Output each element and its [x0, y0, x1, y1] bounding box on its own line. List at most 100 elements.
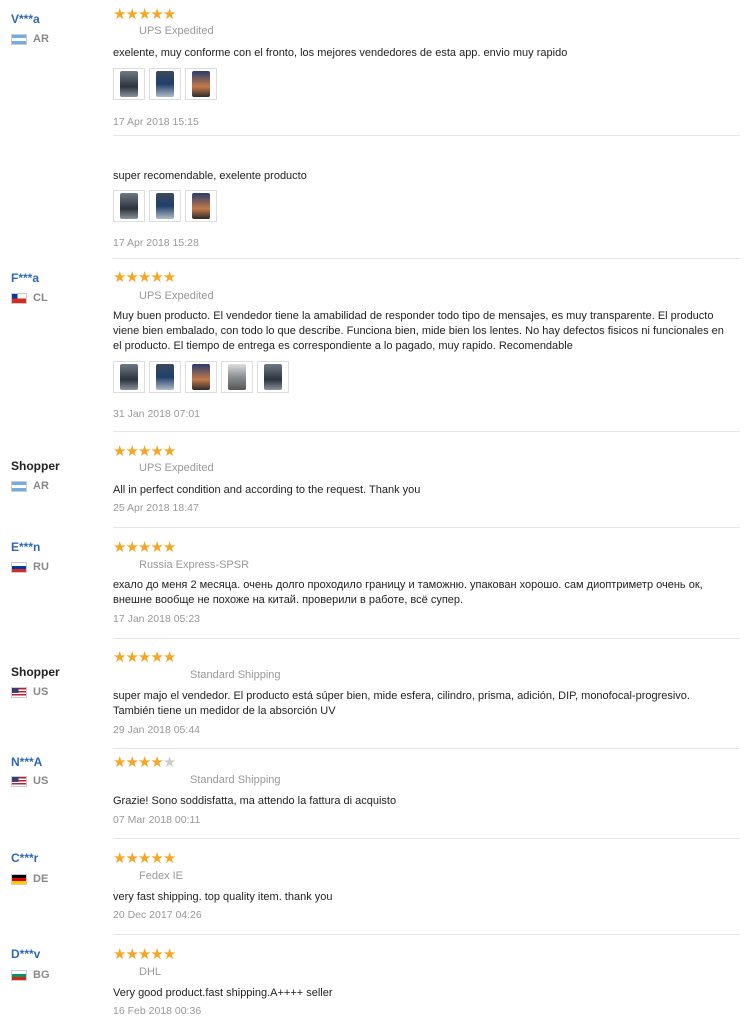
review-date: 07 Mar 2018 00:11: [113, 814, 201, 826]
star-icon: ★: [125, 539, 138, 556]
star-icon: ★: [125, 850, 138, 867]
reviewer-country: US: [11, 775, 48, 787]
review-separator: [113, 431, 740, 432]
star-icon: ★: [125, 649, 138, 666]
reviewer-country: CL: [11, 292, 48, 304]
shipping-method: Fedex IE: [139, 870, 184, 882]
reviewer-name[interactable]: C***r: [11, 851, 38, 865]
reviewer-name[interactable]: D***v: [11, 947, 40, 961]
review-photo-thumbnail[interactable]: [113, 361, 145, 393]
shipping-method: UPS Expedited: [139, 25, 214, 37]
review-photo-thumbnail[interactable]: [113, 190, 145, 222]
photo-image: [120, 364, 138, 390]
star-icon: ★: [150, 443, 163, 460]
star-icon: ★: [113, 539, 126, 556]
reviewer-name[interactable]: V***a: [11, 12, 40, 26]
review-photo-thumbnail[interactable]: [149, 190, 181, 222]
flag-de-icon: [11, 873, 27, 885]
star-icon: ★: [150, 754, 163, 771]
star-icon: ★: [137, 850, 151, 867]
star-icon: ★: [162, 443, 176, 460]
star-rating: ★★★★★: [113, 539, 176, 556]
photo-image: [192, 364, 210, 390]
star-icon: ★: [150, 946, 163, 963]
review-separator: [113, 527, 740, 528]
shipping-method: Russia Express-SPSR: [139, 559, 250, 571]
star-icon: ★: [113, 269, 126, 286]
flag-us-icon: [11, 775, 27, 787]
flag-bg-icon: [11, 969, 27, 981]
star-icon: ★: [150, 649, 163, 666]
review-photo-thumbnail[interactable]: [149, 68, 181, 100]
photo-image: [192, 193, 210, 219]
country-code: US: [33, 775, 49, 787]
star-icon: ★: [150, 269, 163, 286]
review-date: 17 Apr 2018 15:15: [113, 116, 199, 128]
star-icon: ★: [125, 754, 138, 771]
review-separator: [113, 638, 740, 639]
star-rating: ★★★★★: [113, 6, 176, 23]
shipping-method: UPS Expedited: [139, 462, 214, 474]
country-code: DE: [33, 873, 49, 885]
review-date: 29 Jan 2018 05:44: [113, 724, 200, 736]
star-icon: ★: [125, 269, 138, 286]
star-icon: ★: [150, 850, 163, 867]
reviewer-country: AR: [11, 33, 49, 45]
review-photo-thumbnail[interactable]: [257, 361, 289, 393]
star-rating: ★★★★★: [113, 946, 176, 963]
star-rating: ★★★★★: [113, 850, 176, 867]
star-icon: ★: [113, 649, 126, 666]
star-rating: ★★★★★: [113, 649, 176, 666]
review-text: Very good product.fast shipping.A++++ se…: [113, 987, 333, 999]
star-icon: ★: [137, 649, 151, 666]
reviewer-name[interactable]: E***n: [11, 540, 40, 554]
review-text: All in perfect condition and according t…: [113, 484, 421, 496]
review-photo-thumbnail[interactable]: [185, 361, 217, 393]
star-icon: ★: [113, 6, 126, 23]
reviewer-country: DE: [11, 873, 48, 885]
star-icon: ★: [162, 539, 176, 556]
country-code: US: [33, 686, 49, 698]
star-icon: ★: [113, 946, 126, 963]
reviewer-name: Shopper: [11, 665, 60, 679]
star-icon: ★: [137, 946, 151, 963]
photo-image: [120, 71, 138, 97]
review-photo-thumbnail[interactable]: [113, 68, 145, 100]
star-icon: ★: [162, 649, 176, 666]
reviewer-name[interactable]: F***a: [11, 271, 39, 285]
country-code: RU: [33, 561, 49, 573]
review-photo-thumbnail[interactable]: [149, 361, 181, 393]
review-text: exelente, muy conforme con el fronto, lo…: [113, 47, 568, 59]
review-photos: [113, 190, 217, 222]
review-photo-thumbnail[interactable]: [185, 68, 217, 100]
reviewer-name[interactable]: N***A: [11, 755, 42, 769]
flag-ru-icon: [11, 561, 27, 573]
review-separator: [113, 838, 740, 839]
review-separator: [113, 748, 740, 749]
review-photo-thumbnail[interactable]: [221, 361, 253, 393]
review-photos: [113, 361, 289, 393]
review-separator: [113, 258, 740, 259]
reviewer-country: RU: [11, 561, 49, 573]
country-code: AR: [33, 480, 49, 492]
review-separator: [113, 135, 740, 136]
star-icon: ★: [150, 539, 163, 556]
star-rating: ★★★★★: [113, 443, 176, 460]
photo-image: [192, 71, 210, 97]
star-icon: ★: [113, 443, 126, 460]
reviewer-name: Shopper: [11, 459, 60, 473]
photo-image: [156, 193, 174, 219]
star-icon: ★: [162, 6, 176, 23]
review-photo-thumbnail[interactable]: [185, 190, 217, 222]
photo-image: [156, 364, 174, 390]
shipping-method: UPS Expedited: [139, 290, 214, 302]
review-date: 17 Jan 2018 05:23: [113, 613, 200, 625]
star-icon: ★: [162, 754, 176, 771]
photo-image: [264, 364, 282, 390]
review-photos: [113, 68, 217, 100]
photo-image: [156, 71, 174, 97]
review-date: 17 Apr 2018 15:28: [113, 237, 199, 249]
flag-ar-icon: [11, 480, 27, 492]
shipping-method: DHL: [139, 966, 162, 978]
review-separator: [113, 934, 740, 935]
